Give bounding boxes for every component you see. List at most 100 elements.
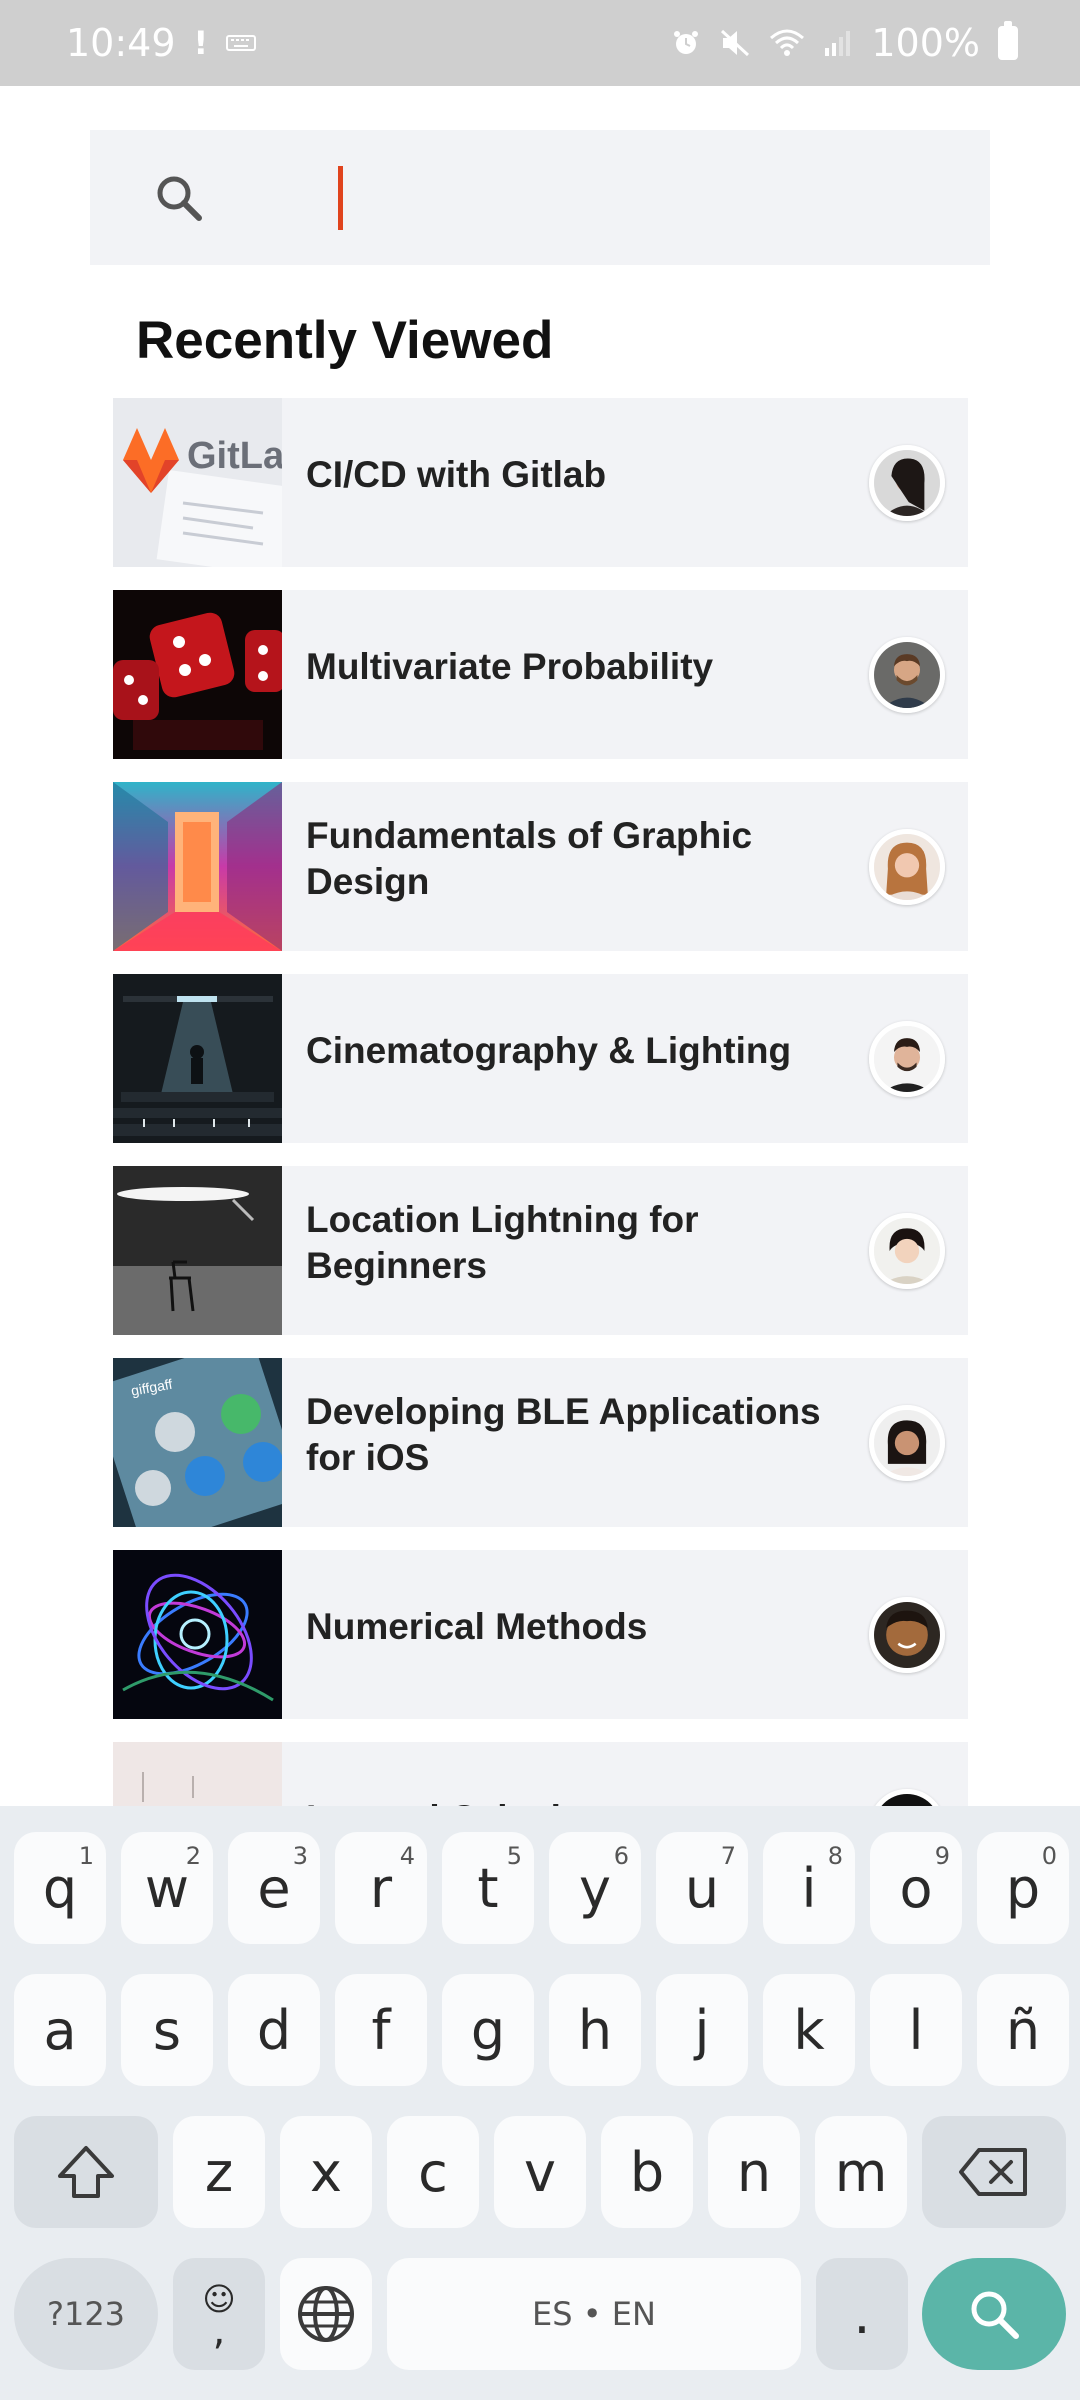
instructor-avatar[interactable]	[869, 444, 945, 521]
key-e[interactable]: e3	[228, 1832, 320, 1944]
status-left: 10:49 !	[66, 21, 257, 65]
key-y[interactable]: y6	[549, 1832, 641, 1944]
key-b[interactable]: b	[601, 2116, 693, 2228]
key-w-label: w	[144, 1856, 190, 1920]
course-card[interactable]: Cinematography & Lighting	[113, 974, 968, 1143]
key-j-label: j	[694, 1998, 710, 2062]
key-s[interactable]: s	[121, 1974, 213, 2086]
course-card[interactable]: Fundamentals of Graphic Design	[113, 782, 968, 951]
key-v-label: v	[524, 2140, 556, 2204]
course-card[interactable]: Numerical Methods	[113, 1550, 968, 1719]
period-key[interactable]: .	[816, 2258, 908, 2370]
key-i[interactable]: i8	[763, 1832, 855, 1944]
key-d[interactable]: d	[228, 1974, 320, 2086]
key-h-label: h	[577, 1998, 613, 2062]
space-key-label: ES • EN	[532, 2295, 656, 2333]
key-e-label: e	[257, 1856, 291, 1920]
course-thumbnail: GitLa	[113, 398, 282, 567]
battery-percent: 100%	[871, 21, 980, 65]
key-k[interactable]: k	[763, 1974, 855, 2086]
course-card[interactable]: Multivariate Probability	[113, 590, 968, 759]
key-f-label: f	[371, 1998, 391, 2062]
key-r-label: r	[369, 1856, 393, 1920]
key-s-label: s	[152, 1998, 182, 2062]
key-n[interactable]: n	[708, 2116, 800, 2228]
key-j[interactable]: j	[656, 1974, 748, 2086]
key-p[interactable]: p0	[977, 1832, 1069, 1944]
key-a[interactable]: a	[14, 1974, 106, 2086]
emoji-comma-key[interactable]: ☺,	[173, 2258, 265, 2370]
key-u[interactable]: u7	[656, 1832, 748, 1944]
course-card[interactable]: GitLa CI/CD with Gitlab	[113, 398, 968, 567]
instructor-avatar[interactable]	[869, 1212, 945, 1289]
instructor-avatar[interactable]	[869, 1020, 945, 1097]
key-x-label: x	[310, 2140, 342, 2204]
key-i-hint: 8	[827, 1842, 843, 1870]
course-thumbnail	[113, 974, 282, 1143]
key-h[interactable]: h	[549, 1974, 641, 2086]
status-bar: 10:49 ! 100%	[0, 0, 1080, 86]
course-thumbnail	[113, 1742, 282, 1806]
comma-label: ,	[212, 2308, 226, 2354]
key-z-label: z	[204, 2140, 234, 2204]
course-title: Integral Calculus	[282, 1796, 869, 1807]
space-key[interactable]: ES • EN	[387, 2258, 801, 2370]
key-p-label: p	[1005, 1856, 1041, 1920]
battery-icon	[998, 21, 1018, 60]
search-input[interactable]	[226, 162, 876, 233]
key-enye[interactable]: ñ	[977, 1974, 1069, 2086]
key-o-label: o	[899, 1856, 933, 1920]
course-card[interactable]: giffgaff Developing BLE Applications for…	[113, 1358, 968, 1527]
key-z[interactable]: z	[173, 2116, 265, 2228]
keyboard-search-key[interactable]	[922, 2258, 1066, 2370]
key-c-label: c	[418, 2140, 448, 2204]
key-r[interactable]: r4	[335, 1832, 427, 1944]
key-i-label: i	[801, 1856, 817, 1920]
key-w[interactable]: w2	[121, 1832, 213, 1944]
search-icon	[971, 2291, 1019, 2339]
course-thumbnail	[113, 782, 282, 951]
key-e-hint: 3	[292, 1842, 308, 1870]
instructor-avatar[interactable]	[869, 1596, 945, 1673]
instructor-avatar[interactable]	[869, 1404, 945, 1481]
search-icon	[157, 176, 202, 221]
course-card[interactable]: Location Lightning for Beginners	[113, 1166, 968, 1335]
key-o-hint: 9	[934, 1842, 950, 1870]
key-n-label: n	[736, 2140, 772, 2204]
key-x[interactable]: x	[280, 2116, 372, 2228]
course-title: Cinematography & Lighting	[306, 1029, 792, 1071]
key-o[interactable]: o9	[870, 1832, 962, 1944]
key-m[interactable]: m	[815, 2116, 907, 2228]
key-q-hint: 1	[78, 1842, 94, 1870]
key-q[interactable]: q1	[14, 1832, 106, 1944]
on-screen-keyboard[interactable]: q 1 w 2 e 3 r 4 t 5 y 6 u 7 i 8 o 9 p 0 a s d f g h j k l ñ z x c v b n m ?12…	[0, 1806, 1080, 2400]
instructor-avatar[interactable]	[869, 828, 945, 905]
key-g[interactable]: g	[442, 1974, 534, 2086]
backspace-key[interactable]	[922, 2116, 1066, 2228]
key-f[interactable]: f	[335, 1974, 427, 2086]
shift-key[interactable]	[14, 2116, 158, 2228]
course-title: Developing BLE Applications for iOS	[306, 1390, 821, 1478]
key-k-label: k	[793, 1998, 825, 2062]
search-bar[interactable]	[90, 130, 990, 265]
key-g-label: g	[470, 1998, 506, 2062]
key-c[interactable]: c	[387, 2116, 479, 2228]
course-thumbnail: giffgaff	[113, 1358, 282, 1527]
key-r-hint: 4	[399, 1842, 415, 1870]
course-title: Multivariate Probability	[306, 645, 714, 687]
key-b-label: b	[629, 2140, 665, 2204]
instructor-avatar[interactable]	[869, 636, 945, 713]
key-t[interactable]: t5	[442, 1832, 534, 1944]
course-thumbnail	[113, 1550, 282, 1719]
course-list[interactable]: GitLa CI/CD with Gitlab Multivariate Pro…	[113, 398, 968, 1806]
course-card[interactable]: Integral Calculus	[113, 1742, 968, 1806]
instructor-avatar[interactable]	[869, 1788, 945, 1806]
language-key[interactable]	[280, 2258, 372, 2370]
text-caret	[338, 166, 343, 230]
key-t-hint: 5	[506, 1842, 522, 1870]
key-v[interactable]: v	[494, 2116, 586, 2228]
key-l[interactable]: l	[870, 1974, 962, 2086]
alarm-icon	[674, 31, 699, 54]
course-title: CI/CD with Gitlab	[306, 453, 607, 495]
symbols-key[interactable]: ?123	[14, 2258, 158, 2370]
